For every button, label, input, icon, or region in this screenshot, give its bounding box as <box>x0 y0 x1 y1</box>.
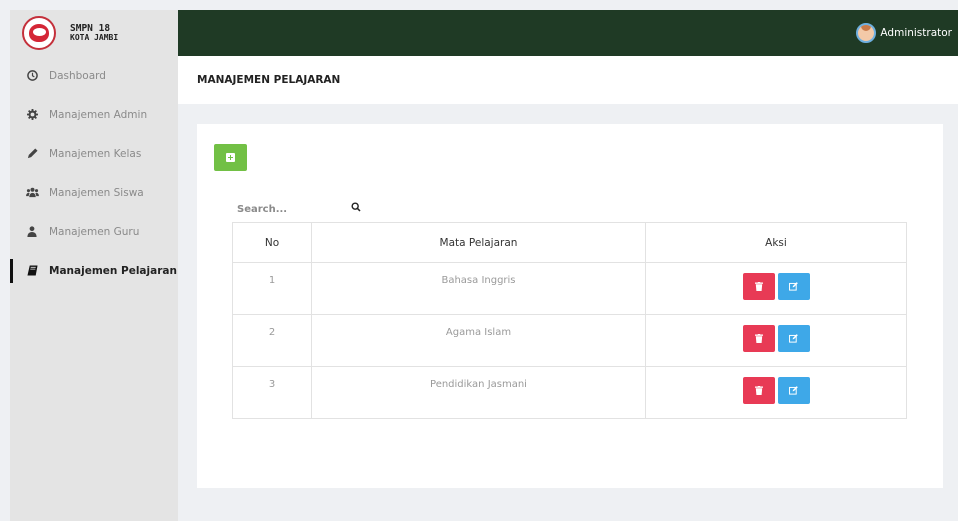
sidebar-item-label: Manajemen Siswa <box>49 186 144 199</box>
gear-icon <box>25 109 39 120</box>
delete-button[interactable] <box>742 273 775 300</box>
page-title: MANAJEMEN PELAJARAN <box>197 74 341 86</box>
brand[interactable]: SMPN 18 KOTA JAMBI <box>10 10 178 56</box>
search-icon[interactable] <box>351 202 361 212</box>
column-header-aksi: Aksi <box>645 222 907 263</box>
plus-square-icon <box>226 153 235 162</box>
sidebar-item-kelas[interactable]: Manajemen Kelas <box>10 134 178 173</box>
sidebar-item-label: Dashboard <box>49 69 106 82</box>
search-input[interactable] <box>237 203 347 215</box>
edit-button[interactable] <box>777 273 810 300</box>
table-row: 1 Bahasa Inggris <box>232 262 907 315</box>
edit-button[interactable] <box>777 377 810 404</box>
school-logo <box>22 16 56 50</box>
cell-no: 3 <box>232 366 312 419</box>
sidebar-item-dashboard[interactable]: Dashboard <box>10 56 178 95</box>
cell-mata-pelajaran: Agama Islam <box>311 314 646 367</box>
sidebar-item-siswa[interactable]: Manajemen Siswa <box>10 173 178 212</box>
delete-button[interactable] <box>742 377 775 404</box>
trash-icon <box>754 334 763 343</box>
table-header-row: No Mata Pelajaran Aksi <box>232 222 907 263</box>
sidebar-item-label: Manajemen Guru <box>49 225 140 238</box>
page-header: MANAJEMEN PELAJARAN <box>178 56 958 104</box>
cell-mata-pelajaran: Pendidikan Jasmani <box>311 366 646 419</box>
edit-icon <box>789 282 798 291</box>
table-row: 3 Pendidikan Jasmani <box>232 366 907 419</box>
trash-icon <box>754 282 763 291</box>
cell-no: 2 <box>232 314 312 367</box>
sidebar: SMPN 18 KOTA JAMBI Dashboard Manajemen A… <box>10 10 178 521</box>
book-icon <box>25 265 39 276</box>
delete-button[interactable] <box>742 325 775 352</box>
content-card: No Mata Pelajaran Aksi 1 Bahasa Inggris <box>197 124 943 488</box>
user-icon <box>25 226 39 237</box>
edit-button[interactable] <box>777 325 810 352</box>
sidebar-item-label: Manajemen Pelajaran <box>49 264 177 277</box>
column-header-no: No <box>232 222 312 263</box>
cell-mata-pelajaran: Bahasa Inggris <box>311 262 646 315</box>
trash-icon <box>754 386 763 395</box>
user-menu[interactable]: Administrator <box>856 23 952 43</box>
subjects-table: No Mata Pelajaran Aksi 1 Bahasa Inggris <box>232 222 907 419</box>
cell-actions <box>645 314 907 367</box>
edit-icon <box>789 334 798 343</box>
cell-no: 1 <box>232 262 312 315</box>
brand-line2: KOTA JAMBI <box>70 33 119 42</box>
brand-line1: SMPN 18 <box>70 23 111 34</box>
brand-text: SMPN 18 KOTA JAMBI <box>70 24 118 42</box>
sidebar-item-guru[interactable]: Manajemen Guru <box>10 212 178 251</box>
table-row: 2 Agama Islam <box>232 314 907 367</box>
sidebar-item-admin[interactable]: Manajemen Admin <box>10 95 178 134</box>
cell-actions <box>645 262 907 315</box>
cell-actions <box>645 366 907 419</box>
users-icon <box>25 187 39 198</box>
search-box <box>237 200 372 218</box>
avatar <box>856 23 877 43</box>
user-name: Administrator <box>880 27 952 39</box>
sidebar-item-pelajaran[interactable]: Manajemen Pelajaran <box>10 251 178 290</box>
clock-icon <box>25 70 39 81</box>
sidebar-item-label: Manajemen Kelas <box>49 147 142 160</box>
topbar: Administrator <box>178 10 958 56</box>
sidebar-menu: Dashboard Manajemen Admin Manajemen Kela… <box>10 56 178 290</box>
edit-icon <box>789 386 798 395</box>
column-header-mata-pelajaran: Mata Pelajaran <box>311 222 646 263</box>
pencil-icon <box>25 148 39 159</box>
add-subject-button[interactable] <box>214 144 247 171</box>
sidebar-item-label: Manajemen Admin <box>49 108 148 121</box>
